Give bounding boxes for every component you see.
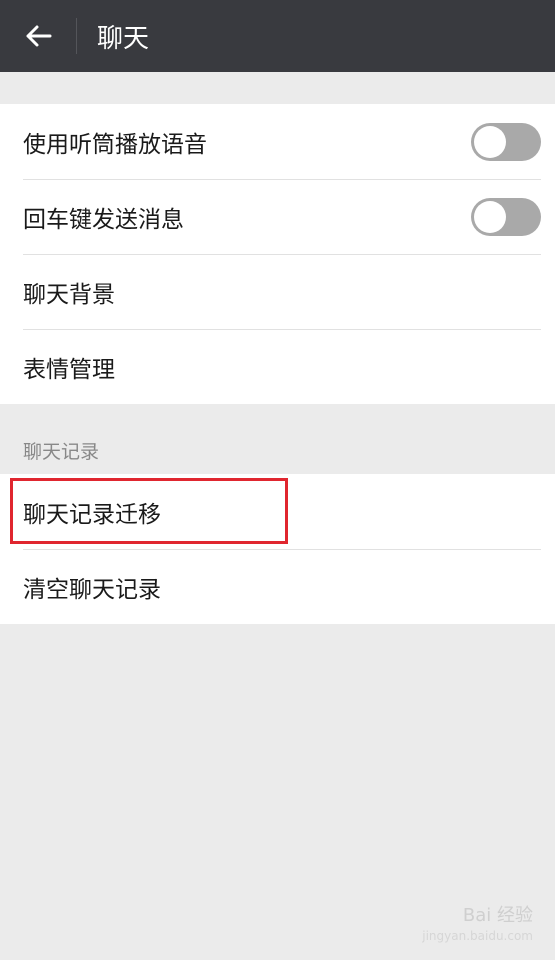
earpiece-playback-toggle[interactable]: [471, 122, 541, 161]
setting-enter-to-send[interactable]: 回车键发送消息: [0, 179, 555, 254]
setting-clear-chat-history[interactable]: 清空聊天记录: [0, 549, 555, 624]
setting-label: 表情管理: [23, 356, 115, 383]
toggle-knob: [474, 200, 506, 233]
setting-label: 回车键发送消息: [23, 206, 184, 233]
top-bar: 聊天: [0, 0, 555, 72]
enter-to-send-toggle[interactable]: [471, 197, 541, 236]
chat-history-group: 聊天记录迁移 清空聊天记录: [0, 474, 555, 624]
header-divider: [76, 18, 77, 54]
setting-chat-background[interactable]: 聊天背景: [0, 254, 555, 329]
setting-chat-history-migration[interactable]: 聊天记录迁移: [0, 474, 555, 549]
watermark-sub: jingyan.baidu.com: [422, 929, 533, 943]
setting-sticker-management[interactable]: 表情管理: [0, 329, 555, 404]
setting-label: 清空聊天记录: [23, 576, 161, 603]
watermark: Bai 经验 jingyan.baidu.com: [422, 906, 533, 946]
setting-label: 使用听筒播放语音: [23, 131, 207, 158]
arrow-left-icon: [26, 25, 52, 47]
chat-settings-group: 使用听筒播放语音 回车键发送消息 聊天背景 表情管理: [0, 104, 555, 404]
section-header-chat-history: 聊天记录: [23, 441, 100, 463]
setting-earpiece-playback[interactable]: 使用听筒播放语音: [0, 104, 555, 179]
watermark-text: Bai 经验: [462, 905, 533, 926]
back-button[interactable]: [0, 0, 76, 72]
toggle-knob: [474, 125, 506, 158]
page-title: 聊天: [97, 23, 150, 54]
setting-label: 聊天背景: [23, 281, 115, 308]
setting-label: 聊天记录迁移: [23, 501, 161, 528]
